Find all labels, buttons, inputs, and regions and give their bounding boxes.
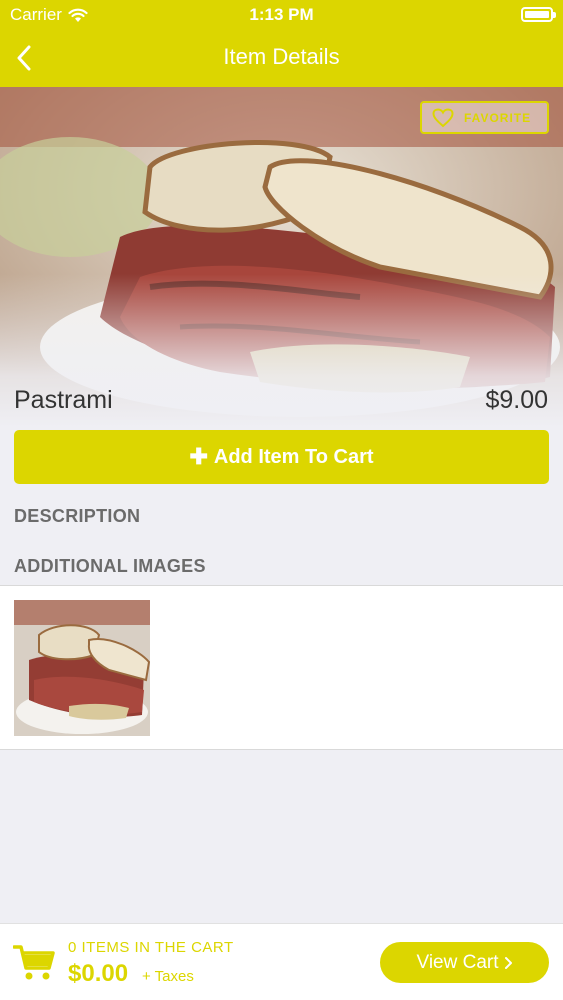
status-time: 1:13 PM xyxy=(249,5,314,24)
status-bar: Carrier 1:13 PM xyxy=(0,0,563,30)
cart-icon xyxy=(13,945,55,980)
plus-icon: ✚ xyxy=(189,444,208,469)
view-cart-button[interactable]: View Cart xyxy=(380,942,549,983)
favorite-button[interactable]: FAVORITE xyxy=(420,101,549,134)
description-heading: DESCRIPTION xyxy=(14,506,141,526)
page-title: Item Details xyxy=(223,44,340,69)
cart-total: $0.00 xyxy=(68,960,129,987)
favorite-label: FAVORITE xyxy=(464,110,532,125)
cart-taxes-label: + Taxes xyxy=(142,968,194,985)
top-bar: Carrier 1:13 PM Item Details xyxy=(0,0,563,87)
heart-icon xyxy=(432,107,454,127)
item-name: Pastrami xyxy=(14,386,113,414)
chevron-right-icon xyxy=(504,956,512,969)
cart-item-count: 0 ITEMS IN THE CART xyxy=(68,939,234,956)
add-to-cart-button[interactable]: ✚ Add Item To Cart xyxy=(14,430,549,484)
item-hero-image xyxy=(0,87,563,427)
add-to-cart-label: Add Item To Cart xyxy=(213,445,374,468)
cart-bar: 0 ITEMS IN THE CART $0.00 + Taxes View C… xyxy=(0,923,563,1000)
item-price: $9.00 xyxy=(485,386,548,414)
view-cart-label: View Cart xyxy=(416,951,499,973)
additional-image-thumbnail[interactable] xyxy=(14,600,150,736)
additional-images-heading: ADDITIONAL IMAGES xyxy=(14,556,206,576)
additional-images-panel xyxy=(0,585,563,750)
battery-icon xyxy=(521,7,556,22)
